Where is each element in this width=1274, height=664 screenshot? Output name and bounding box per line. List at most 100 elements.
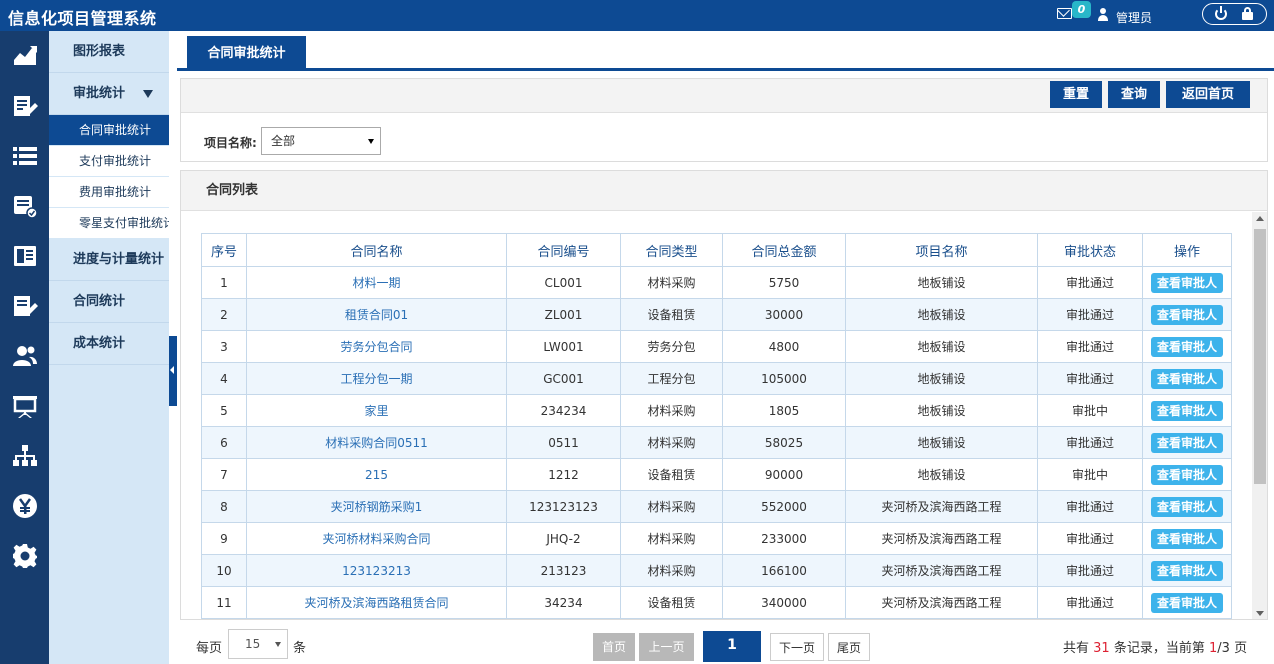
lock-icon[interactable] (1242, 7, 1253, 20)
sidebar-group-label: 审批统计 (73, 86, 126, 101)
last-page-button[interactable]: 尾页 (828, 633, 870, 661)
rail-org-chart-icon[interactable] (0, 431, 49, 481)
rail-edit-doc-icon-2[interactable] (0, 281, 49, 331)
col-header-status[interactable]: 审批状态 (1037, 233, 1143, 267)
mail-count-badge[interactable]: 0 (1072, 1, 1091, 18)
rail-book-icon[interactable] (0, 231, 49, 281)
cell-status: 审批通过 (1037, 554, 1143, 587)
rail-list-icon[interactable] (0, 131, 49, 181)
table-row: 11 夹河桥及滨海西路租赁合同 34234 设备租赁 340000 夹河桥及滨海西路工程审… (201, 586, 1232, 619)
cell-status: 审批通过 (1037, 426, 1143, 459)
page-size-select[interactable]: 15 (228, 629, 288, 659)
current-page[interactable]: 1 (703, 631, 761, 662)
sidebar-group-cost-stats[interactable]: 成本统计 (49, 323, 169, 365)
rail-chart-icon[interactable] (0, 31, 49, 81)
header-actions (1202, 3, 1267, 25)
rail-yen-icon[interactable] (0, 481, 49, 531)
cell-contract-type: 材料采购 (620, 522, 723, 555)
filter-toolbar: 重置 查询 返回首页 (181, 79, 1267, 113)
cell-amount: 90000 (722, 458, 846, 491)
prev-page-button[interactable]: 上一页 (639, 633, 694, 661)
rail-users-icon[interactable] (0, 331, 49, 381)
sidebar-item-petty-payment-approval[interactable]: 零星支付审批统计 (49, 208, 169, 239)
rail-presentation-icon[interactable] (0, 381, 49, 431)
cell-contract-name[interactable]: 材料一期 (246, 266, 507, 299)
view-approvers-button[interactable]: 查看审批人 (1151, 336, 1223, 357)
cell-contract-name[interactable]: 劳务分包合同 (246, 330, 507, 363)
view-approvers-button[interactable]: 查看审批人 (1151, 304, 1223, 325)
power-icon[interactable] (1215, 6, 1227, 20)
scroll-up-arrow-icon[interactable] (1256, 216, 1264, 221)
reset-button[interactable]: 重置 (1050, 81, 1102, 108)
project-select[interactable]: 全部 (261, 127, 381, 155)
col-header-project[interactable]: 项目名称 (845, 233, 1038, 267)
cell-status: 审批通过 (1037, 298, 1143, 331)
sidebar-item-payment-approval[interactable]: 支付审批统计 (49, 146, 169, 177)
cell-contract-name[interactable]: 215 (246, 458, 507, 491)
sidebar-item-expense-approval[interactable]: 费用审批统计 (49, 177, 169, 208)
col-header-no[interactable]: 序号 (201, 233, 247, 267)
sidebar: 图形报表 审批统计 合同审批统计 支付审批统计 费用审批统计 零星支付审批统计 … (49, 31, 169, 664)
cell-amount: 5750 (722, 266, 846, 299)
view-approvers-button[interactable]: 查看审批人 (1151, 432, 1223, 453)
cell-contract-name[interactable]: 租赁合同01 (246, 298, 507, 331)
table-scrollbar[interactable] (1252, 212, 1267, 619)
col-header-type[interactable]: 合同类型 (620, 233, 723, 267)
cell-contract-name[interactable]: 夹河桥材料采购合同 (246, 522, 507, 555)
view-approvers-button[interactable]: 查看审批人 (1151, 464, 1223, 485)
total-records: 31 (1093, 641, 1110, 656)
view-approvers-button[interactable]: 查看审批人 (1151, 560, 1223, 581)
user-icon (1096, 8, 1110, 22)
mail-icon[interactable] (1057, 8, 1072, 19)
view-approvers-button[interactable]: 查看审批人 (1151, 528, 1223, 549)
contract-list-title: 合同列表 (181, 171, 1267, 211)
view-approvers-button[interactable]: 查看审批人 (1151, 368, 1223, 389)
cell-contract-name[interactable]: 夹河桥钢筋采购1 (246, 490, 507, 523)
query-button[interactable]: 查询 (1108, 81, 1160, 108)
rail-gear-icon[interactable] (0, 531, 49, 581)
cell-action: 查看审批人 (1142, 266, 1232, 299)
view-approvers-button[interactable]: 查看审批人 (1151, 400, 1223, 421)
user-name[interactable]: 管理员 (1116, 9, 1152, 26)
cell-contract-name[interactable]: 夹河桥及滨海西路租赁合同 (246, 586, 507, 619)
sidebar-collapse-handle[interactable] (169, 336, 177, 406)
rail-approve-doc-icon[interactable] (0, 181, 49, 231)
col-header-amount[interactable]: 合同总金额 (722, 233, 846, 267)
icon-rail (0, 31, 49, 664)
cell-contract-name[interactable]: 123123213 (246, 554, 507, 587)
view-approvers-button[interactable]: 查看审批人 (1151, 496, 1223, 517)
cell-project-name: 地板铺设 (845, 330, 1038, 363)
cell-no: 2 (201, 298, 247, 331)
scroll-down-arrow-icon[interactable] (1256, 611, 1264, 616)
col-header-name[interactable]: 合同名称 (246, 233, 507, 267)
col-header-code[interactable]: 合同编号 (506, 233, 621, 267)
cell-contract-code: 34234 (506, 586, 621, 619)
first-page-button[interactable]: 首页 (593, 633, 635, 661)
view-approvers-button[interactable]: 查看审批人 (1151, 592, 1223, 613)
back-home-button[interactable]: 返回首页 (1166, 81, 1250, 108)
sidebar-group-contract-stats[interactable]: 合同统计 (49, 281, 169, 323)
sidebar-item-contract-approval[interactable]: 合同审批统计 (49, 115, 169, 146)
cell-contract-type: 材料采购 (620, 394, 723, 427)
sidebar-group-progress-stats[interactable]: 进度与计量统计 (49, 239, 169, 281)
next-page-button[interactable]: 下一页 (770, 633, 824, 661)
cell-amount: 105000 (722, 362, 846, 395)
cell-amount: 4800 (722, 330, 846, 363)
cell-no: 1 (201, 266, 247, 299)
rail-edit-doc-icon[interactable] (0, 81, 49, 131)
cell-contract-code: ZL001 (506, 298, 621, 331)
view-approvers-button[interactable]: 查看审批人 (1151, 272, 1223, 293)
scroll-thumb[interactable] (1254, 229, 1266, 484)
cell-no: 9 (201, 522, 247, 555)
page-separator: /3 页 (1217, 641, 1248, 656)
sidebar-group-graph-reports[interactable]: 图形报表 (49, 31, 169, 73)
cell-contract-name[interactable]: 工程分包一期 (246, 362, 507, 395)
cell-contract-code: 0511 (506, 426, 621, 459)
cell-contract-name[interactable]: 材料采购合同0511 (246, 426, 507, 459)
tab-contract-approval-stats[interactable]: 合同审批统计 (187, 36, 306, 71)
cell-contract-name[interactable]: 家里 (246, 394, 507, 427)
sidebar-group-approval-stats[interactable]: 审批统计 (49, 73, 169, 115)
cell-action: 查看审批人 (1142, 362, 1232, 395)
cell-status: 审批通过 (1037, 330, 1143, 363)
list-icon (12, 147, 37, 165)
